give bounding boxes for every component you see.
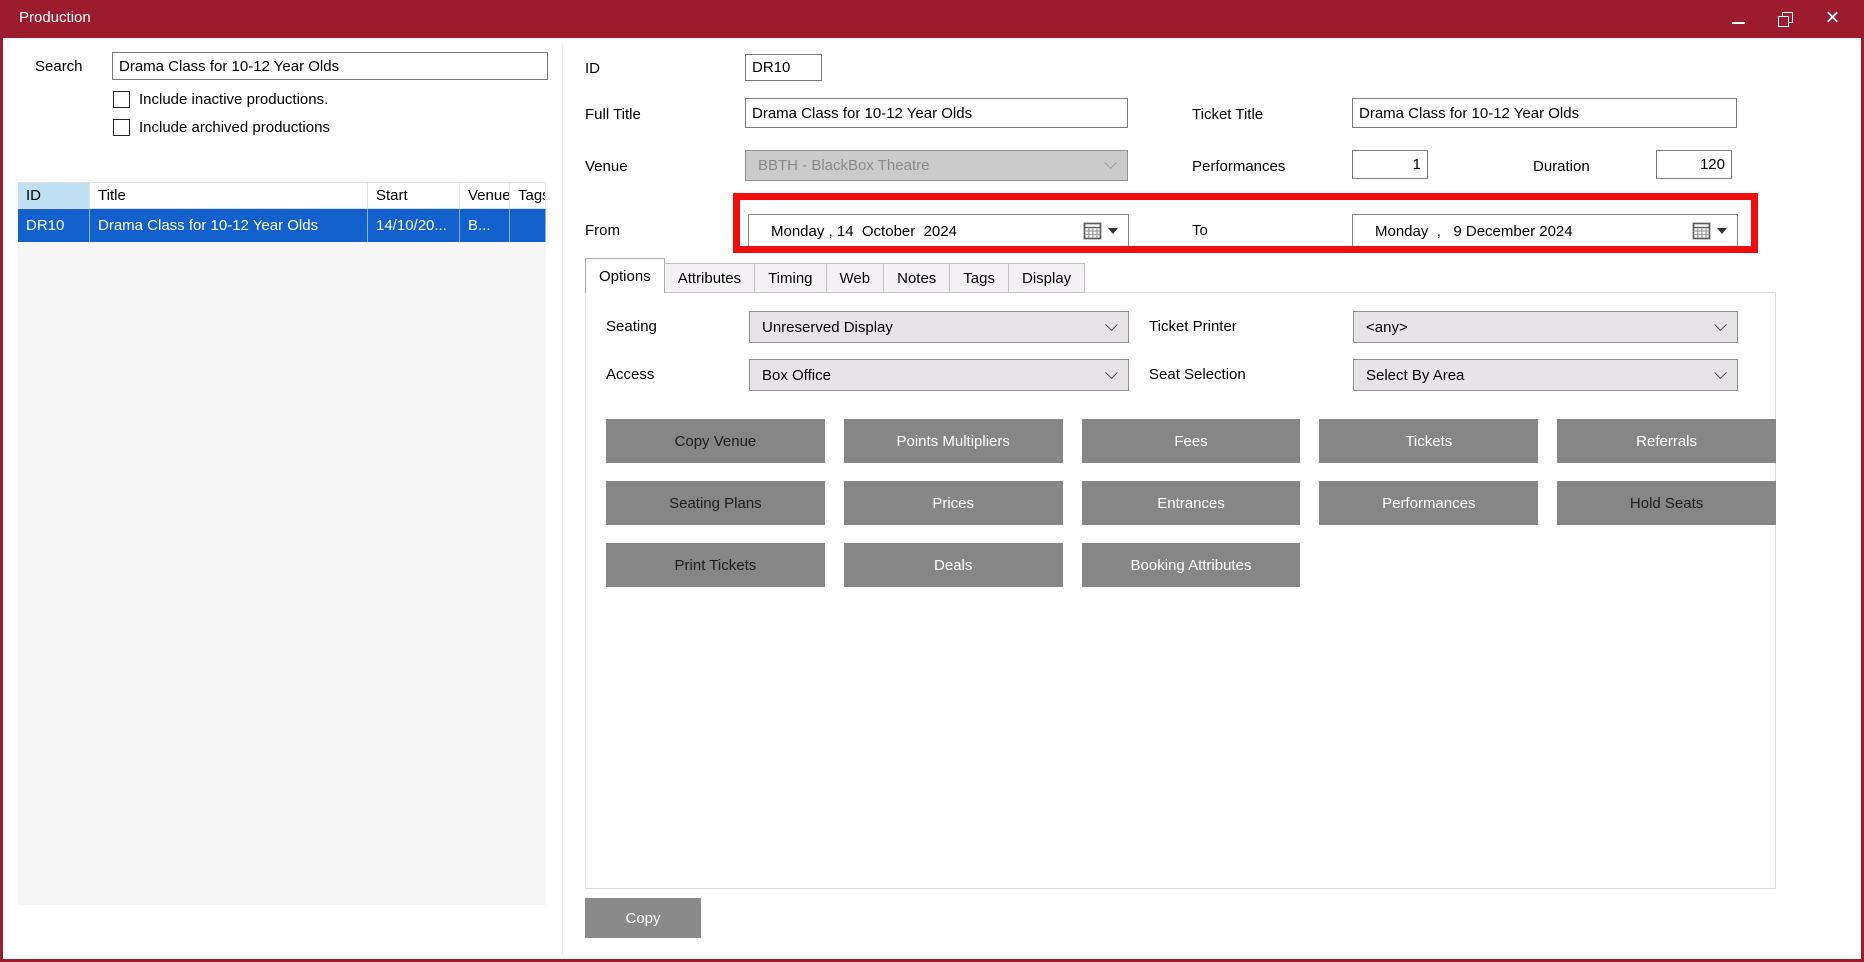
id-label: ID <box>585 60 600 77</box>
tab-display[interactable]: Display <box>1007 263 1086 293</box>
chevron-down-icon <box>1104 156 1117 170</box>
calendar-icon <box>1692 222 1711 239</box>
production-window: Production × Search Include inactive pro… <box>0 0 1864 962</box>
venue-label: Venue <box>585 158 628 175</box>
column-header-start[interactable]: Start <box>368 183 460 208</box>
to-date-value: Monday , 9 December 2024 <box>1375 222 1573 240</box>
options-tab-panel: Seating Unreserved Display Ticket Printe… <box>585 292 1776 889</box>
booking-attributes-button[interactable]: Booking Attributes <box>1081 543 1301 587</box>
to-label: To <box>1192 222 1208 239</box>
column-header-id[interactable]: ID <box>18 183 90 208</box>
include-inactive-label: Include inactive productions. <box>139 91 329 108</box>
column-header-tags[interactable]: Tags <box>510 183 546 208</box>
productions-list: ID Title Start Venue Tags DR10 Drama Cla… <box>18 182 546 905</box>
copy-venue-button[interactable]: Copy Venue <box>606 419 825 463</box>
seating-label: Seating <box>606 318 657 335</box>
to-date-picker[interactable]: Monday , 9 December 2024 <box>1352 214 1738 248</box>
tab-web[interactable]: Web <box>825 263 885 293</box>
dropdown-arrow-icon <box>1717 228 1727 234</box>
close-button[interactable]: × <box>1809 0 1856 38</box>
seat-selection-value: Select By Area <box>1366 366 1465 384</box>
ticket-title-label: Ticket Title <box>1192 106 1264 123</box>
ticket-printer-value: <any> <box>1366 318 1408 336</box>
dropdown-arrow-icon <box>1108 228 1118 234</box>
chevron-down-icon <box>1714 365 1727 379</box>
seating-dropdown[interactable]: Unreserved Display <box>749 311 1129 343</box>
id-field[interactable] <box>745 54 822 81</box>
minimize-icon <box>1732 22 1745 24</box>
list-header: ID Title Start Venue Tags <box>18 183 546 209</box>
performances-field[interactable] <box>1352 150 1428 179</box>
seat-selection-dropdown[interactable]: Select By Area <box>1353 359 1738 391</box>
window-title: Production <box>19 9 91 26</box>
column-header-venue[interactable]: Venue <box>460 183 510 208</box>
full-title-label: Full Title <box>585 106 641 123</box>
panel-divider <box>562 44 563 954</box>
print-tickets-button[interactable]: Print Tickets <box>606 543 825 587</box>
deals-button[interactable]: Deals <box>843 543 1063 587</box>
seating-plans-button[interactable]: Seating Plans <box>606 481 825 525</box>
access-dropdown[interactable]: Box Office <box>749 359 1129 391</box>
column-header-title[interactable]: Title <box>90 183 368 208</box>
titlebar: Production × <box>0 0 1864 38</box>
ticket-printer-dropdown[interactable]: <any> <box>1353 311 1738 343</box>
chevron-down-icon <box>1714 317 1727 331</box>
ticket-title-field[interactable] <box>1352 98 1737 128</box>
points-multipliers-button[interactable]: Points Multipliers <box>843 419 1063 463</box>
row-cell-start: 14/10/20... <box>368 209 460 242</box>
row-cell-venue: B... <box>460 209 510 242</box>
search-label: Search <box>35 58 83 75</box>
from-label: From <box>585 222 620 239</box>
action-buttons-grid: Copy Venue Points Multipliers Fees Ticke… <box>606 419 1776 587</box>
close-icon: × <box>1825 4 1840 31</box>
search-input[interactable] <box>112 52 548 80</box>
fees-button[interactable]: Fees <box>1081 419 1301 463</box>
performances-label: Performances <box>1192 158 1286 175</box>
access-label: Access <box>606 366 655 383</box>
venue-value: BBTH - BlackBox Theatre <box>758 157 930 174</box>
full-title-field[interactable] <box>745 98 1128 128</box>
chevron-down-icon <box>1105 317 1118 331</box>
performances-button[interactable]: Performances <box>1319 481 1539 525</box>
seat-selection-label: Seat Selection <box>1149 366 1246 383</box>
tab-notes[interactable]: Notes <box>883 263 951 293</box>
duration-label: Duration <box>1533 158 1590 175</box>
minimize-button[interactable] <box>1715 0 1762 38</box>
row-cell-title: Drama Class for 10-12 Year Olds <box>90 209 368 242</box>
include-archived-label: Include archived productions <box>139 119 330 136</box>
include-archived-row: Include archived productions <box>113 119 330 136</box>
hold-seats-button[interactable]: Hold Seats <box>1557 481 1776 525</box>
tab-attributes[interactable]: Attributes <box>663 263 756 293</box>
include-archived-checkbox[interactable] <box>113 119 130 136</box>
entrances-button[interactable]: Entrances <box>1081 481 1301 525</box>
calendar-icon <box>1083 222 1102 239</box>
copy-button[interactable]: Copy <box>585 898 701 938</box>
table-row-selected[interactable]: DR10 Drama Class for 10-12 Year Olds 14/… <box>18 209 546 242</box>
chevron-down-icon <box>1105 365 1118 379</box>
from-date-picker[interactable]: Monday , 14 October 2024 <box>748 214 1129 248</box>
tab-timing[interactable]: Timing <box>754 263 827 293</box>
access-value: Box Office <box>762 366 831 384</box>
seating-value: Unreserved Display <box>762 318 893 336</box>
window-controls: × <box>1715 0 1856 38</box>
row-cell-tags <box>510 209 546 242</box>
tab-options[interactable]: Options <box>585 258 665 293</box>
row-cell-id: DR10 <box>18 209 90 242</box>
ticket-printer-label: Ticket Printer <box>1149 318 1237 335</box>
venue-dropdown: BBTH - BlackBox Theatre <box>745 150 1128 181</box>
tab-tags[interactable]: Tags <box>949 263 1009 293</box>
referrals-button[interactable]: Referrals <box>1557 419 1776 463</box>
tickets-button[interactable]: Tickets <box>1319 419 1539 463</box>
duration-field[interactable] <box>1656 150 1732 179</box>
include-inactive-checkbox[interactable] <box>113 91 130 108</box>
from-date-value: Monday , 14 October 2024 <box>771 222 957 240</box>
tabstrip: Options Attributes Timing Web Notes Tags… <box>585 258 1086 293</box>
include-inactive-row: Include inactive productions. <box>113 91 328 108</box>
restore-icon <box>1778 11 1793 27</box>
prices-button[interactable]: Prices <box>843 481 1063 525</box>
restore-button[interactable] <box>1762 0 1809 38</box>
